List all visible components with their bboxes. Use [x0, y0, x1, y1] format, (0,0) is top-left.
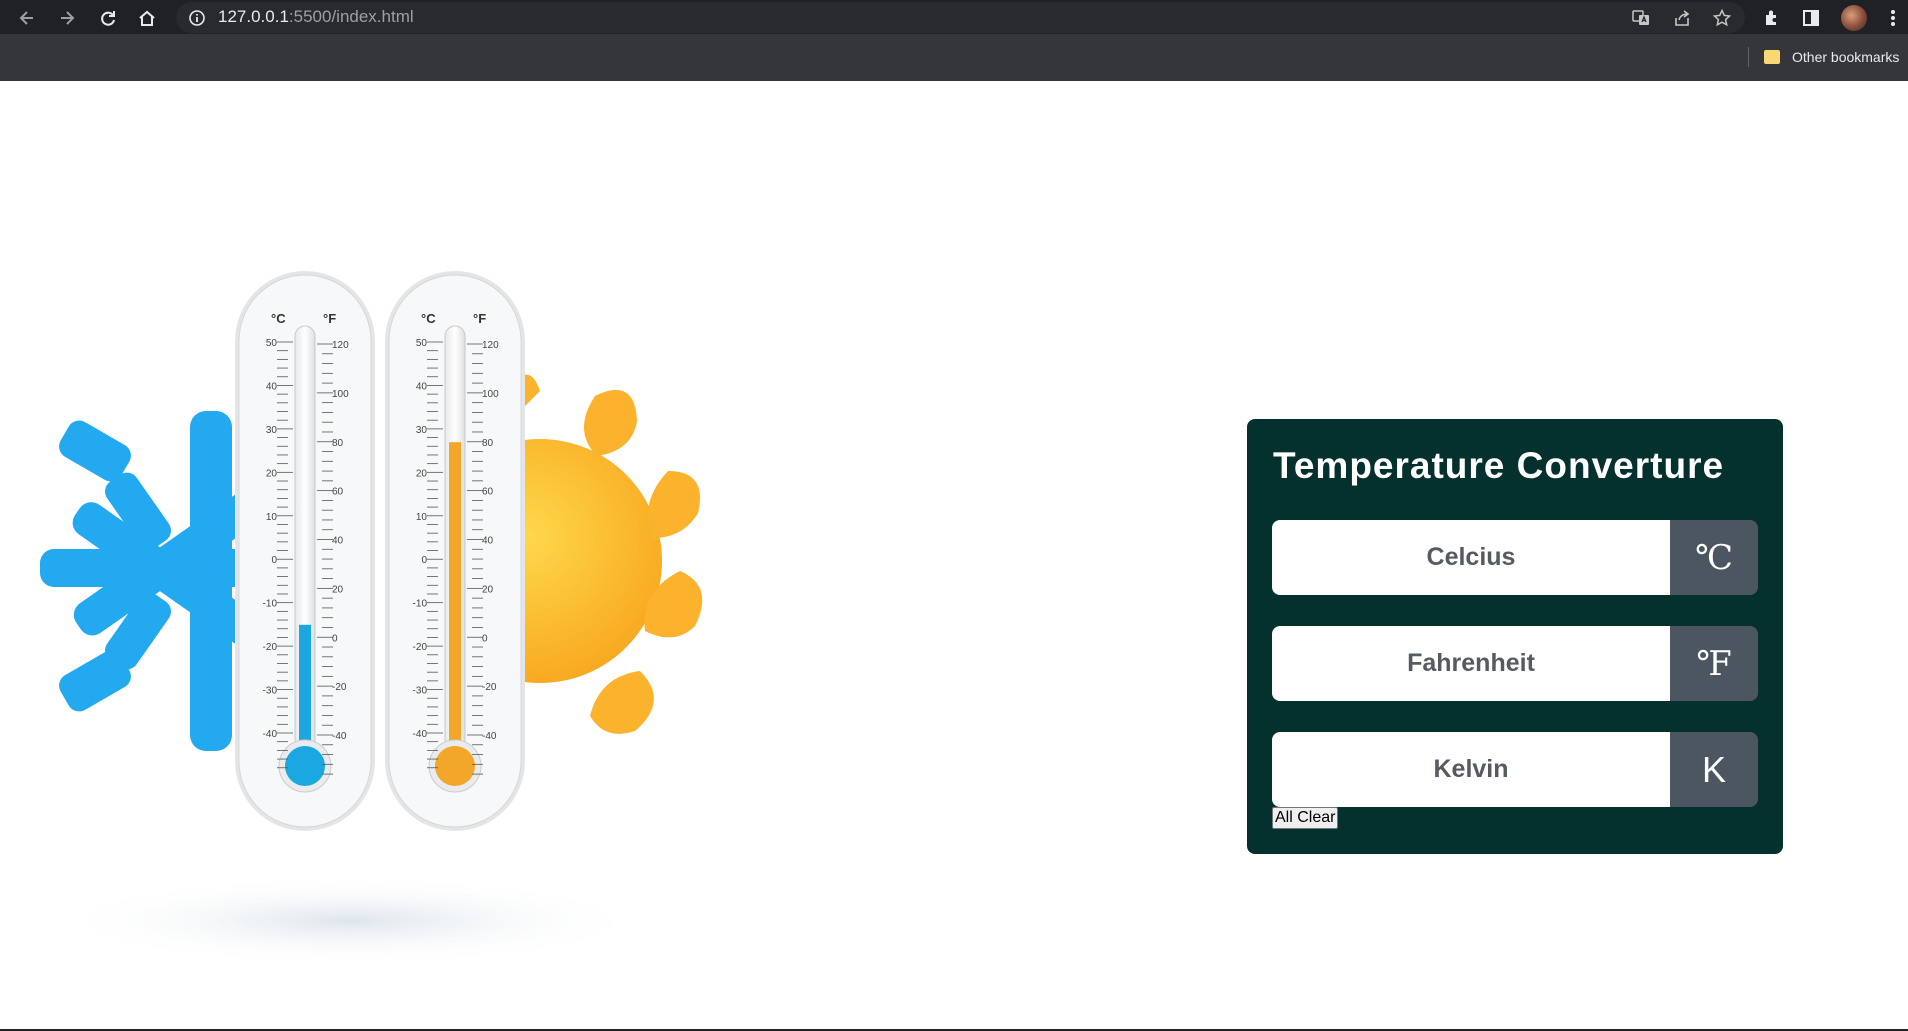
fahrenheit-tick-label: 20 [482, 584, 494, 595]
reload-icon[interactable] [95, 5, 121, 31]
extensions-icon[interactable] [1759, 5, 1785, 31]
other-bookmarks[interactable]: Other bookmarks [1764, 47, 1899, 67]
fahrenheit-scale-label: °F [473, 311, 486, 326]
celsius-unit-label: ℃ [1670, 520, 1758, 595]
fahrenheit-tick-label: 0 [332, 633, 338, 644]
browser-toolbar: 127.0.0.1:5500/index.html [0, 0, 1908, 34]
url-text[interactable]: 127.0.0.1:5500/index.html [218, 7, 414, 27]
celsius-tick-label: 30 [416, 425, 428, 436]
folder-icon [1764, 50, 1780, 64]
url-path: :5500/index.html [288, 7, 414, 26]
page-content: °C °F 50 40 30 20 10 0 -10 -20 -30 -40 120 100 80 60 40 2… [0, 81, 1908, 1031]
celsius-tick-label: 0 [421, 555, 427, 566]
fahrenheit-tick-label: 60 [482, 487, 494, 498]
fahrenheit-unit-label: ℉ [1670, 626, 1758, 701]
celsius-tick-label: 10 [266, 512, 278, 523]
browser-chrome: 127.0.0.1:5500/index.html Other bookmark… [0, 0, 1908, 81]
all-clear-button[interactable]: All Clear [1272, 807, 1339, 829]
kelvin-row: K [1272, 732, 1758, 807]
home-icon[interactable] [134, 5, 160, 31]
celsius-tick-label: -20 [263, 642, 278, 653]
converter-title: Temperature Converture [1273, 445, 1725, 486]
thermometer-right: °C °F50403020100-10-20-30-401201008060402… [385, 271, 525, 831]
fahrenheit-tick-label: 80 [482, 438, 494, 449]
url-host: 127.0.0.1 [218, 7, 289, 26]
fahrenheit-row: ℉ [1272, 626, 1758, 701]
celsius-tick-label: -10 [413, 599, 428, 610]
celsius-input[interactable] [1272, 520, 1670, 595]
back-icon[interactable] [14, 5, 40, 31]
celsius-tick-label: -10 [263, 599, 278, 610]
celsius-row: ℃ [1272, 520, 1758, 595]
celsius-tick-label: -30 [413, 686, 428, 697]
celsius-tick-label: 0 [271, 555, 277, 566]
fahrenheit-tick-label: -20 [332, 682, 347, 693]
menu-kebab-icon[interactable] [1880, 5, 1906, 31]
thermometer-left: °C °F50403020100-10-20-30-401201008060402… [235, 271, 375, 831]
celsius-tick-label: -30 [263, 686, 278, 697]
bookmark-star-icon[interactable] [1709, 5, 1735, 31]
fahrenheit-tick-label: 120 [482, 340, 499, 351]
celsius-scale-label: °C [421, 311, 436, 326]
profile-avatar[interactable] [1841, 5, 1867, 31]
fahrenheit-tick-label: -20 [482, 682, 497, 693]
celsius-tick-label: 20 [266, 468, 278, 479]
fahrenheit-tick-label: 100 [482, 389, 499, 400]
celsius-tick-label: -40 [413, 729, 428, 740]
forward-icon[interactable] [54, 5, 80, 31]
celsius-tick-label: 50 [416, 338, 428, 349]
celsius-tick-label: 10 [416, 512, 428, 523]
side-panel-icon[interactable] [1798, 5, 1824, 31]
kelvin-input[interactable] [1272, 732, 1670, 807]
other-bookmarks-label: Other bookmarks [1792, 49, 1900, 65]
fahrenheit-tick-label: 80 [332, 438, 344, 449]
fahrenheit-tick-label: 120 [332, 340, 349, 351]
fahrenheit-tick-label: 60 [332, 487, 344, 498]
fahrenheit-input[interactable] [1272, 626, 1670, 701]
site-info-icon[interactable] [184, 5, 210, 31]
kelvin-unit-label: K [1670, 732, 1758, 807]
fahrenheit-tick-label: 100 [332, 389, 349, 400]
fahrenheit-tick-label: 40 [482, 536, 494, 547]
celsius-tick-label: 30 [266, 425, 278, 436]
celsius-tick-label: 20 [416, 468, 428, 479]
fahrenheit-tick-label: -40 [482, 731, 497, 742]
fahrenheit-tick-label: 0 [482, 633, 488, 644]
fahrenheit-tick-label: -40 [332, 731, 347, 742]
converter-card: Temperature Converture ℃ ℉ K All Clear [1247, 419, 1783, 854]
translate-icon[interactable] [1628, 5, 1654, 31]
fahrenheit-tick-label: 40 [332, 536, 344, 547]
celsius-tick-label: 40 [266, 381, 278, 392]
celsius-tick-label: -40 [263, 729, 278, 740]
share-icon[interactable] [1669, 5, 1695, 31]
celsius-tick-label: 50 [266, 338, 278, 349]
thermometer-illustration: °C °F50403020100-10-20-30-401201008060402… [40, 271, 703, 966]
fahrenheit-scale-label: °F [323, 311, 336, 326]
celsius-tick-label: -20 [413, 642, 428, 653]
celsius-scale-label: °C [271, 311, 286, 326]
fahrenheit-tick-label: 20 [332, 584, 344, 595]
celsius-tick-label: 40 [416, 381, 428, 392]
bookmarks-separator [1748, 47, 1749, 67]
